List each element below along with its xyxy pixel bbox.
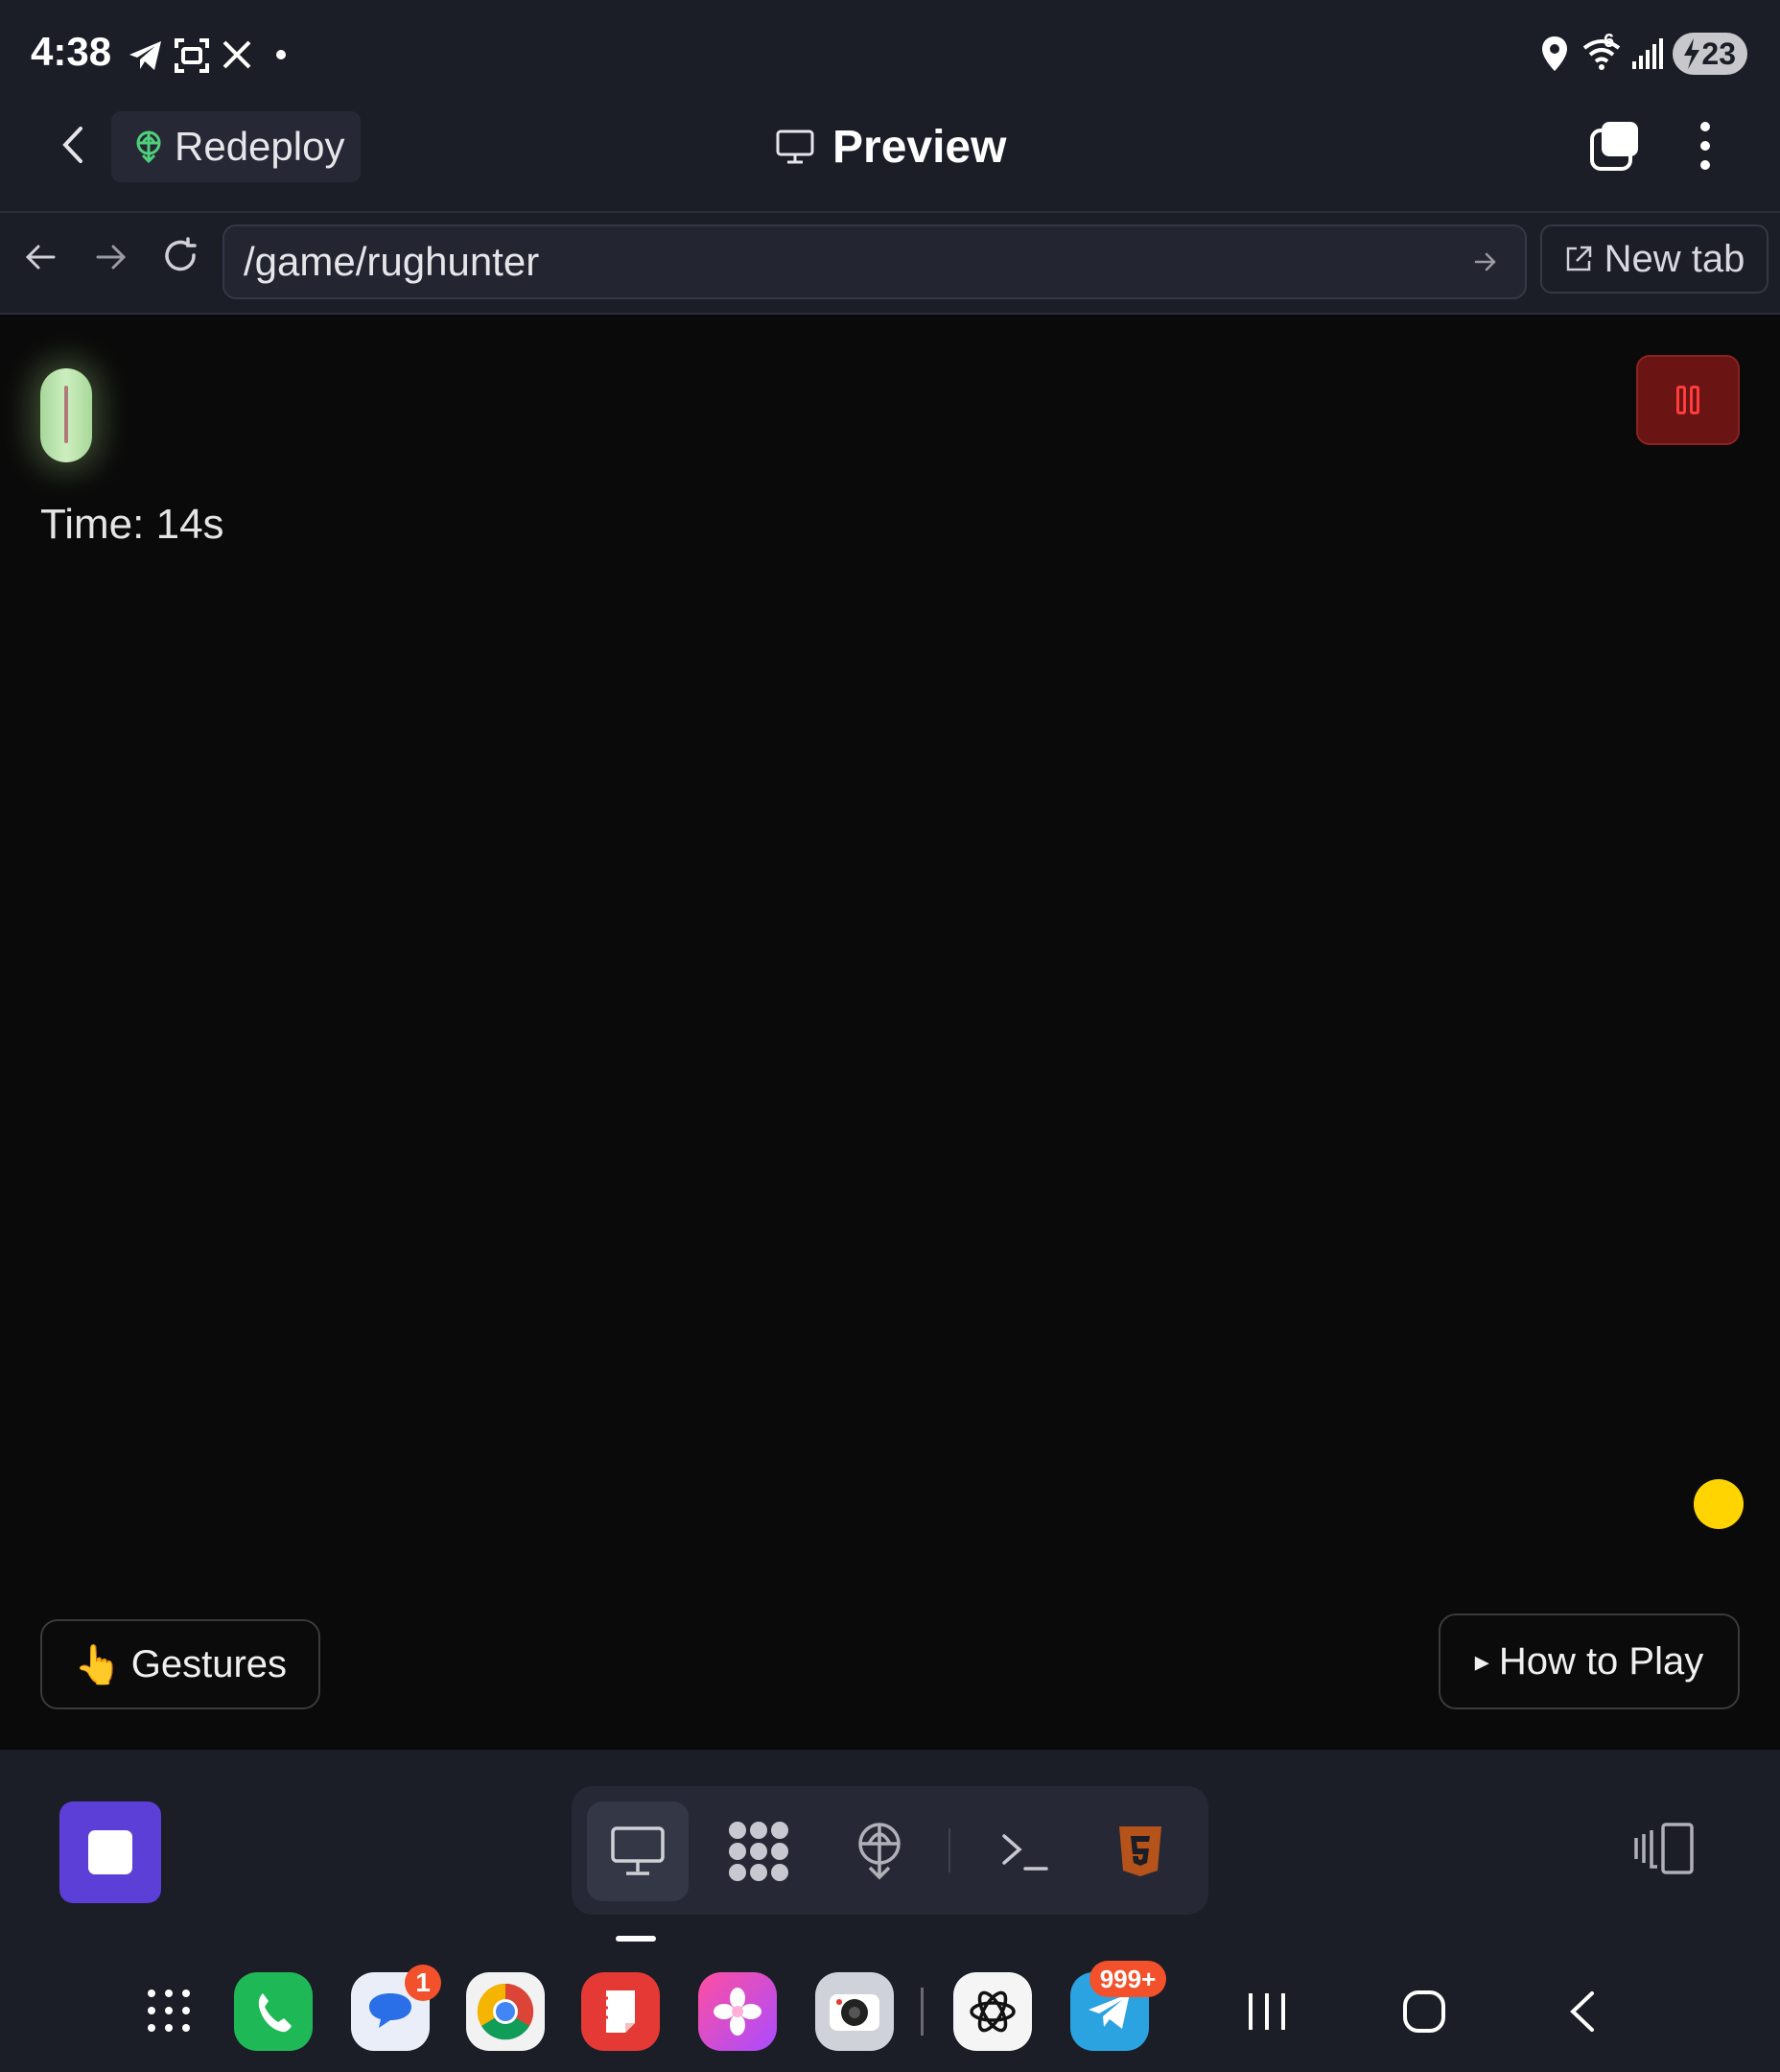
divider: [949, 1828, 950, 1872]
html5-icon: [1116, 1825, 1164, 1878]
play-triangle-icon: ▸: [1474, 1645, 1489, 1678]
monitor-icon: [610, 1825, 666, 1877]
camera-app-icon[interactable]: [815, 1972, 894, 2051]
apps-grid-icon: [727, 1820, 790, 1883]
battery-level: 23: [1701, 35, 1736, 71]
wifi-generation-label: 6: [1604, 31, 1615, 52]
screenshot-status-icon: [173, 36, 211, 75]
location-icon: [1540, 35, 1569, 73]
url-input[interactable]: /game/rughunter: [222, 224, 1527, 299]
apps-tool-button[interactable]: [708, 1801, 809, 1901]
gallery-app-icon[interactable]: [698, 1972, 777, 2051]
html-tool-button[interactable]: [1089, 1801, 1191, 1901]
page-title-label: Preview: [832, 121, 1007, 173]
gestures-label: Gestures: [130, 1642, 288, 1685]
status-bar: [0, 0, 1780, 107]
coin: [1694, 1479, 1744, 1529]
telegram-badge: 999+: [1089, 1961, 1166, 1997]
home-icon[interactable]: [1402, 1990, 1446, 2034]
more-options-icon[interactable]: [1699, 121, 1711, 171]
messages-badge: 1: [405, 1965, 441, 2001]
deploy-icon: [855, 1822, 903, 1881]
how-to-play-label: How to Play: [1498, 1639, 1704, 1683]
how-to-play-button[interactable]: ▸ How to Play: [1439, 1613, 1740, 1709]
new-tab-button[interactable]: New tab: [1540, 224, 1768, 294]
x-app-status-icon: [221, 38, 253, 71]
pause-icon: [1690, 386, 1699, 414]
pointing-hand-icon: 👆: [73, 1643, 122, 1686]
deploy-tool-button[interactable]: [829, 1801, 930, 1901]
notification-dot-icon: [276, 50, 286, 59]
gestures-button[interactable]: 👆 Gestures: [40, 1619, 320, 1709]
stop-icon: [88, 1830, 132, 1874]
player-marker: [64, 386, 68, 443]
game-canvas[interactable]: [0, 315, 1780, 1750]
nav-forward-icon[interactable]: [94, 240, 129, 274]
notes-app-icon[interactable]: [581, 1972, 660, 2051]
player-capsule: [40, 368, 92, 462]
timer-label: Time: 14s: [40, 501, 224, 548]
telegram-status-icon: [127, 36, 165, 75]
stop-button[interactable]: [59, 1801, 161, 1903]
go-arrow-icon[interactable]: [1473, 249, 1498, 274]
chrome-app-icon[interactable]: [466, 1972, 545, 2051]
tool-switcher: [572, 1786, 1208, 1915]
system-back-icon[interactable]: [1565, 1990, 1598, 2034]
pause-icon: [1676, 386, 1686, 414]
reload-icon[interactable]: [161, 236, 201, 276]
terminal-tool-button[interactable]: [974, 1801, 1076, 1901]
recent-apps-icon[interactable]: [1247, 1990, 1287, 2034]
pause-button[interactable]: [1636, 355, 1740, 445]
preview-tool-button[interactable]: [587, 1801, 689, 1901]
redeploy-button[interactable]: Redeploy: [111, 111, 361, 182]
chatgpt-app-icon[interactable]: [953, 1972, 1032, 2051]
page-title: Preview: [775, 113, 1006, 180]
terminal-icon: [1000, 1830, 1050, 1872]
divider: [921, 1988, 924, 2036]
taskbar-handle: [616, 1936, 656, 1942]
status-time: 4:38: [31, 29, 112, 74]
external-link-icon: [1564, 245, 1593, 273]
panel-layout-icon[interactable]: [1632, 1821, 1696, 1876]
tabs-icon[interactable]: [1588, 119, 1642, 173]
new-tab-label: New tab: [1604, 237, 1745, 280]
back-icon[interactable]: [56, 123, 90, 167]
nav-back-icon[interactable]: [23, 240, 58, 274]
divider: [0, 211, 1780, 213]
charging-icon: [1680, 36, 1703, 71]
redeploy-label: Redeploy: [175, 124, 345, 169]
monitor-icon: [775, 129, 815, 165]
deploy-icon: [134, 130, 163, 163]
signal-icon: [1630, 36, 1663, 71]
app-drawer-icon[interactable]: [146, 1988, 192, 2034]
battery-indicator: 23: [1673, 33, 1747, 75]
url-text: /game/rughunter: [244, 239, 540, 284]
phone-app-icon[interactable]: [234, 1972, 313, 2051]
